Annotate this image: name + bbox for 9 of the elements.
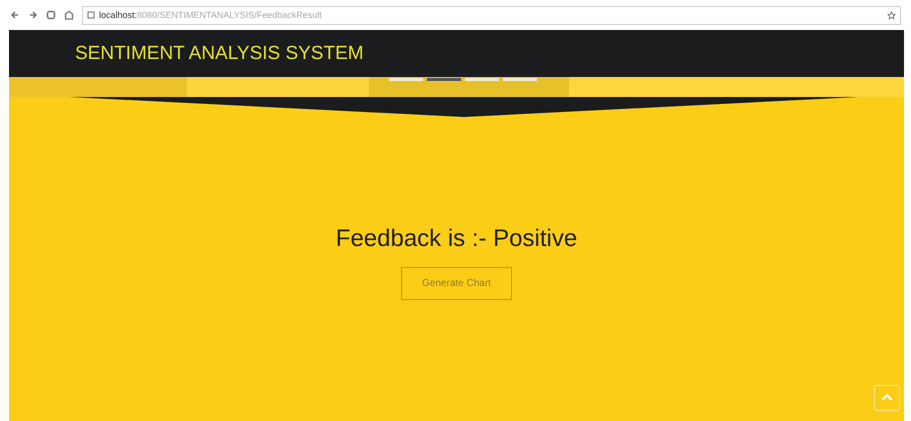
page-icon [87,11,95,19]
home-icon[interactable] [64,10,74,20]
site-title: SENTIMENT ANALYSIS SYSTEM [75,42,364,64]
star-icon[interactable] [887,10,896,20]
feedback-result: Feedback is :- Positive [336,225,578,253]
address-bar[interactable]: localhost:8080/SENTIMENTANALYSIS/FeedbackResult [82,6,901,24]
forward-icon[interactable] [28,10,38,20]
reload-icon[interactable] [46,10,56,20]
back-icon[interactable] [10,10,20,20]
